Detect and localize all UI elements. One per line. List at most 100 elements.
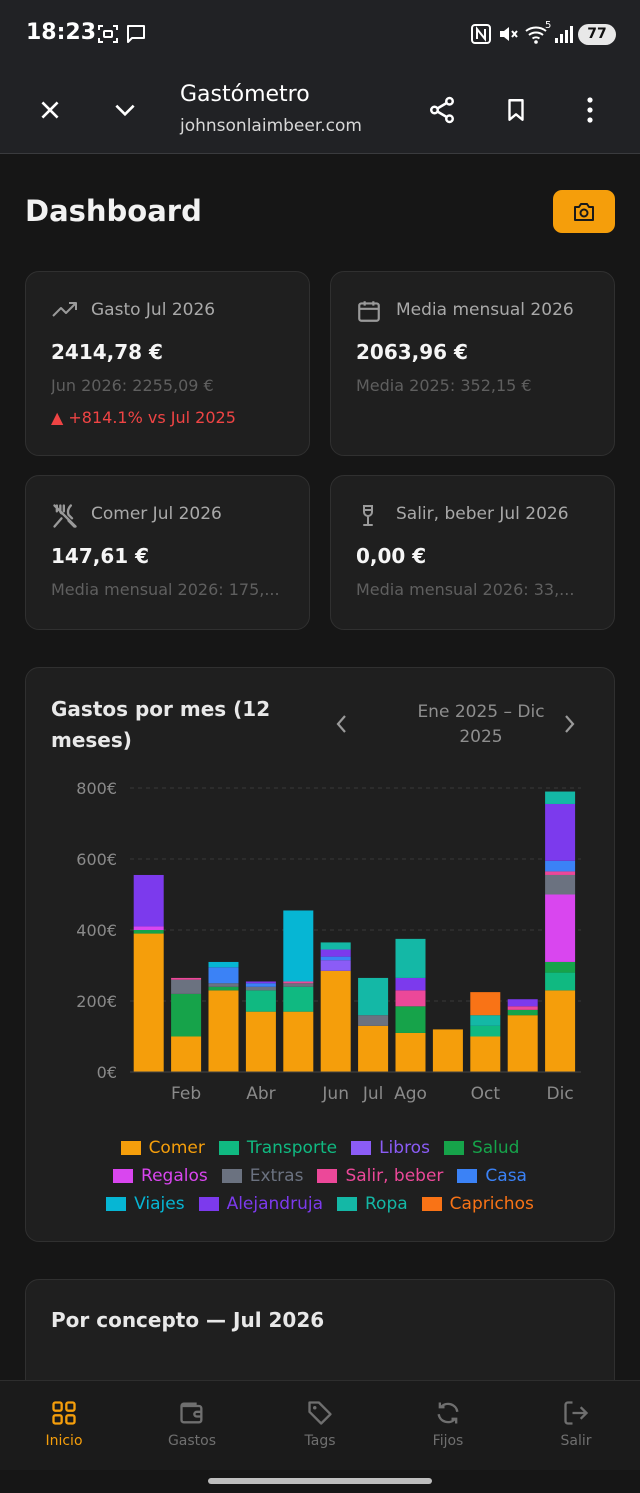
- legend-row: Viajes Alejandruja Ropa Caprichos: [26, 1190, 614, 1218]
- nav-fijos[interactable]: Fijos: [384, 1381, 512, 1471]
- bar-segment: [470, 1025, 501, 1037]
- tag-icon: [308, 1401, 332, 1425]
- x-tick-label: Jun: [321, 1084, 349, 1104]
- status-time: 18:23: [26, 20, 97, 45]
- camera-button[interactable]: [553, 190, 615, 233]
- kpi-sub: Jun 2026: 2255,09 €: [51, 376, 214, 395]
- legend-item[interactable]: Ropa: [337, 1194, 408, 1214]
- bookmark-button[interactable]: [494, 88, 538, 132]
- nav-label: Salir: [560, 1433, 592, 1449]
- bar-segment: [395, 1032, 426, 1072]
- bar-segment: [133, 933, 164, 1072]
- kpi-sub: Media mensual 2026: 175,...: [51, 580, 280, 599]
- legend-item[interactable]: Viajes: [106, 1194, 185, 1214]
- bar-segment: [245, 1011, 276, 1072]
- close-button[interactable]: [28, 88, 72, 132]
- bar-segment: [545, 990, 576, 1072]
- browser-toolbar: Gastómetro johnsonlaimbeer.com: [0, 66, 640, 154]
- more-menu-button[interactable]: [568, 88, 612, 132]
- bar-segment: [507, 1015, 538, 1072]
- refresh-icon: [437, 1402, 459, 1424]
- legend-item[interactable]: Alejandruja: [198, 1194, 323, 1214]
- concept-card: Por concepto — Jul 2026: [25, 1279, 615, 1380]
- bookmark-icon: [508, 99, 524, 121]
- wallet-icon: [180, 1402, 203, 1424]
- legend-label: Salud: [471, 1138, 520, 1158]
- legend-label: Viajes: [134, 1194, 185, 1214]
- legend-swatch: [337, 1197, 357, 1211]
- legend-swatch: [218, 1141, 239, 1155]
- chevron-left-icon[interactable]: [331, 710, 353, 738]
- legend-item[interactable]: Extras: [221, 1166, 304, 1186]
- bar-segment: [245, 990, 276, 1012]
- kpi-sub: Media mensual 2026: 33,...: [356, 580, 575, 599]
- bar-segment: [171, 977, 202, 980]
- nav-inicio[interactable]: Inicio: [0, 1381, 128, 1471]
- y-tick-label: 800€: [76, 779, 117, 798]
- legend-item[interactable]: Comer: [120, 1138, 205, 1158]
- bar-segment: [245, 986, 276, 991]
- legend-item[interactable]: Libros: [351, 1138, 430, 1158]
- legend-item[interactable]: Salir, beber: [317, 1166, 443, 1186]
- date-range-line2: 2025: [459, 727, 503, 747]
- bar-segment: [507, 999, 538, 1007]
- bar-segment: [358, 977, 389, 1016]
- page-url: johnsonlaimbeer.com: [180, 116, 362, 136]
- bar-segment: [283, 986, 314, 1012]
- trending-up-icon: [52, 302, 77, 317]
- bar-segment: [358, 1025, 389, 1072]
- bar-segment: [545, 894, 576, 962]
- kpi-card-media: Media mensual 2026 2063,96 € Media 2025:…: [330, 271, 615, 456]
- legend-item[interactable]: Casa: [457, 1166, 527, 1186]
- kpi-sub: Media 2025: 352,15 €: [356, 376, 532, 395]
- legend-label: Transporte: [246, 1138, 338, 1158]
- bar-segment: [545, 961, 576, 973]
- bar-segment: [545, 871, 576, 875]
- legend-label: Salir, beber: [345, 1166, 444, 1186]
- battery-indicator: 77: [578, 24, 616, 45]
- legend-item[interactable]: Caprichos: [421, 1194, 534, 1214]
- share-button[interactable]: [420, 88, 464, 132]
- gesture-bar: [0, 1470, 640, 1493]
- screenshot-icon: [98, 25, 118, 43]
- bar-segment: [358, 1015, 389, 1026]
- nav-label: Fijos: [432, 1433, 464, 1449]
- nav-salir[interactable]: Salir: [512, 1381, 640, 1471]
- bar-segment: [320, 956, 351, 961]
- nfc-icon: [471, 24, 491, 44]
- cellular-signal-icon: [555, 26, 573, 43]
- bar-segment: [283, 910, 314, 982]
- bar-segment: [470, 1036, 501, 1072]
- nav-tags[interactable]: Tags: [256, 1381, 384, 1471]
- gesture-handle[interactable]: [208, 1478, 432, 1484]
- date-range: Ene 2025 – Dic 2025: [376, 700, 586, 750]
- legend-swatch: [113, 1169, 134, 1183]
- nav-label: Tags: [304, 1433, 336, 1449]
- bar-segment: [133, 926, 164, 930]
- legend-label: Extras: [249, 1166, 304, 1186]
- legend-item[interactable]: Regalos: [113, 1166, 208, 1186]
- bar-segment: [283, 983, 314, 987]
- chart-title: Gastos por mes (12 meses): [51, 697, 271, 752]
- legend-swatch: [120, 1141, 141, 1155]
- legend-item[interactable]: Transporte: [218, 1138, 338, 1158]
- nav-gastos[interactable]: Gastos: [128, 1381, 256, 1471]
- bar-segment: [208, 967, 239, 984]
- kpi-label: Comer Jul 2026: [91, 504, 222, 524]
- legend-item[interactable]: Salud: [443, 1138, 520, 1158]
- bar-segment: [245, 981, 276, 984]
- legend-row: Regalos Extras Salir, beber Casa: [26, 1162, 614, 1190]
- legend-label: Ropa: [365, 1194, 408, 1214]
- bar-segment: [470, 1015, 501, 1026]
- legend-swatch: [317, 1169, 338, 1183]
- signal-label: 5: [545, 20, 552, 31]
- minimize-button[interactable]: [103, 88, 147, 132]
- chevron-right-icon[interactable]: [558, 710, 580, 738]
- x-tick-label: Dic: [547, 1084, 574, 1104]
- legend-label: Libros: [379, 1138, 430, 1158]
- message-icon: [127, 25, 145, 43]
- bar-segment: [395, 938, 426, 978]
- share-icon: [430, 96, 454, 124]
- x-tick-label: Jul: [362, 1084, 384, 1104]
- legend-row: Comer Transporte Libros Salud: [26, 1134, 614, 1162]
